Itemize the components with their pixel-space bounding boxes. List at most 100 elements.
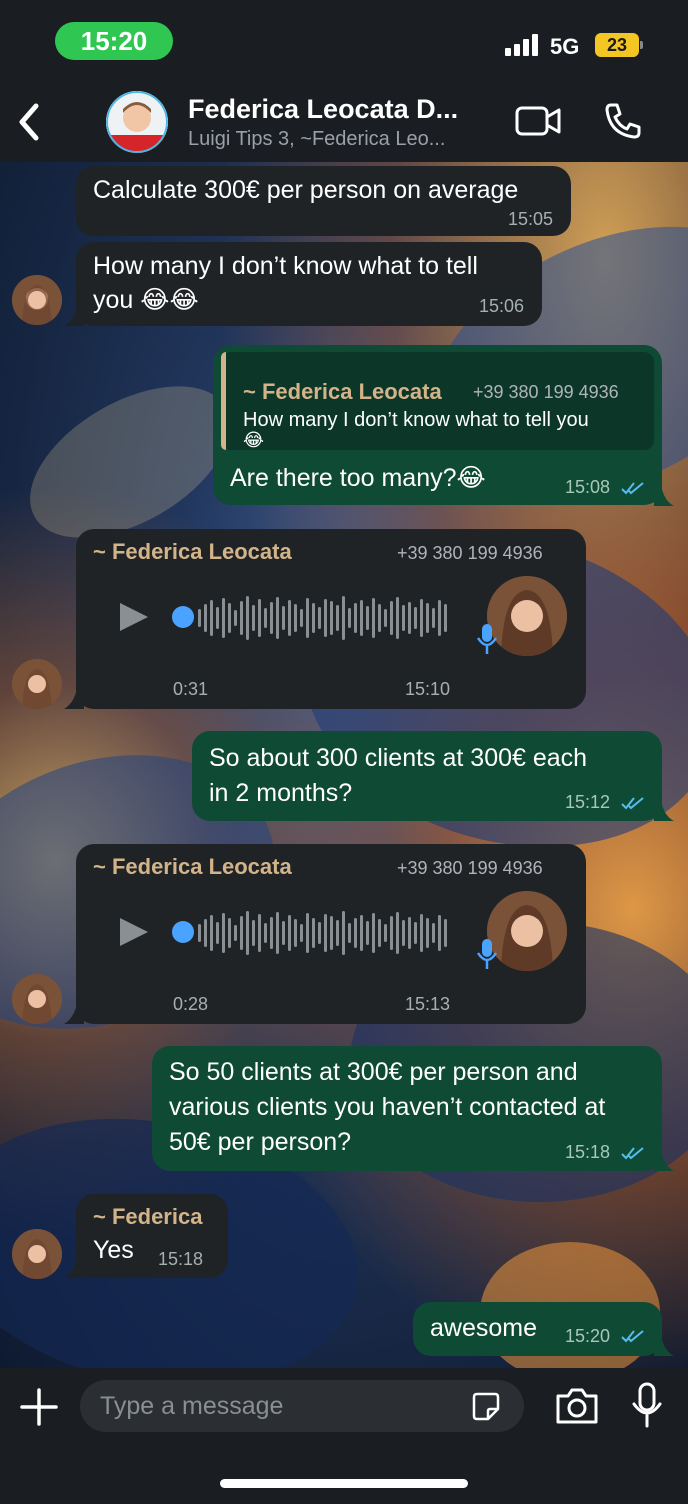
waveform-bar xyxy=(366,606,369,630)
waveform-bar xyxy=(378,604,381,632)
waveform-bar xyxy=(210,915,213,951)
microphone-record-icon[interactable] xyxy=(630,1382,664,1428)
chat-title[interactable]: Federica Leocata D... xyxy=(188,94,458,125)
read-ticks-icon xyxy=(621,1330,644,1343)
waveform-bar xyxy=(216,607,219,629)
message-time: 15:10 xyxy=(405,679,451,699)
waveform-bar xyxy=(216,922,219,944)
waveform-bar xyxy=(384,924,387,942)
waveform-bar xyxy=(402,920,405,946)
message-bubble-incoming[interactable]: ~ Federica Yes 15:18 xyxy=(76,1194,228,1278)
waveform-bar xyxy=(252,920,255,946)
waveform-bar xyxy=(222,913,225,953)
waveform-bar xyxy=(372,913,375,953)
message-input[interactable]: Type a message xyxy=(80,1380,524,1432)
waveform-bar xyxy=(342,596,345,640)
message-bubble-incoming[interactable]: Calculate 300€ per person on average 15:… xyxy=(76,166,571,236)
back-icon[interactable] xyxy=(10,100,50,144)
waveform-bar xyxy=(300,609,303,627)
waveform-bar xyxy=(318,607,321,629)
message-sender: ~ Federica Leocata xyxy=(93,854,292,879)
message-bubble-outgoing[interactable]: So 50 clients at 300€ per person and var… xyxy=(152,1046,662,1171)
read-ticks-icon xyxy=(621,797,644,810)
waveform-bar xyxy=(210,600,213,636)
message-text-line: So 50 clients at 300€ per person and xyxy=(169,1058,578,1086)
waveform-bar xyxy=(396,597,399,639)
read-ticks-icon xyxy=(621,1147,644,1160)
microphone-icon xyxy=(476,624,498,654)
waveform-bar xyxy=(246,911,249,955)
waveform-bar xyxy=(432,608,435,628)
chat-subtitle[interactable]: Luigi Tips 3, ~Federica Leo... xyxy=(188,128,445,151)
waveform-bar xyxy=(372,598,375,638)
waveform-bar xyxy=(330,601,333,635)
sender-avatar[interactable] xyxy=(12,275,62,325)
voice-waveform[interactable] xyxy=(198,910,454,956)
waveform-bar xyxy=(234,610,237,626)
battery-tip xyxy=(640,41,643,49)
playback-position-dot[interactable] xyxy=(172,921,194,943)
status-bar: 15:20 5G 23 xyxy=(0,0,688,80)
sticker-icon[interactable] xyxy=(470,1391,502,1423)
message-bubble-incoming[interactable]: How many I don’t know what to tell you 😂… xyxy=(76,242,542,326)
camera-icon[interactable] xyxy=(554,1386,600,1426)
bubble-tail xyxy=(64,682,84,709)
waveform-bar xyxy=(396,912,399,954)
voice-waveform[interactable] xyxy=(198,595,454,641)
waveform-bar xyxy=(264,923,267,943)
waveform-bar xyxy=(318,922,321,944)
waveform-bar xyxy=(390,916,393,950)
message-bubble-outgoing[interactable]: awesome 15:20 xyxy=(413,1302,662,1356)
voice-sender-photo xyxy=(487,891,567,971)
bubble-tail xyxy=(654,1144,674,1171)
bubble-tail xyxy=(64,997,84,1024)
quote-phone: +39 380 199 4936 xyxy=(473,382,619,402)
message-text-line: 50€ per person? xyxy=(169,1128,352,1156)
group-avatar[interactable] xyxy=(106,91,168,153)
message-bubble-outgoing[interactable]: So about 300 clients at 300€ each in 2 m… xyxy=(192,731,662,821)
voice-message-bubble[interactable]: ~ Federica Leocata +39 380 199 4936 0:31… xyxy=(76,529,586,709)
waveform-bar xyxy=(444,604,447,632)
waveform-bar xyxy=(426,603,429,633)
sender-avatar[interactable] xyxy=(12,1229,62,1279)
waveform-bar xyxy=(198,924,201,942)
waveform-bar xyxy=(288,600,291,636)
waveform-bar xyxy=(306,913,309,953)
message-text-line: in 2 months? xyxy=(209,779,353,807)
quoted-message[interactable]: ~ Federica Leocata +39 380 199 4936 How … xyxy=(221,352,654,450)
message-time: 15:08 xyxy=(565,477,611,497)
sender-avatar[interactable] xyxy=(12,659,62,709)
status-time: 15:20 xyxy=(55,22,173,60)
video-call-icon[interactable] xyxy=(514,100,562,147)
network-label: 5G xyxy=(550,34,580,59)
waveform-bar xyxy=(300,924,303,942)
message-text: Yes xyxy=(93,1236,134,1264)
chat-header[interactable]: Federica Leocata D... Luigi Tips 3, ~Fed… xyxy=(0,80,688,162)
plus-icon[interactable] xyxy=(20,1388,58,1426)
waveform-bar xyxy=(246,596,249,640)
waveform-bar xyxy=(360,915,363,951)
play-icon[interactable] xyxy=(118,916,150,948)
play-icon[interactable] xyxy=(118,601,150,633)
waveform-bar xyxy=(258,914,261,952)
playback-position-dot[interactable] xyxy=(172,606,194,628)
voice-duration: 0:28 xyxy=(173,994,209,1014)
bubble-tail xyxy=(654,478,674,506)
waveform-bar xyxy=(282,606,285,630)
voice-message-bubble[interactable]: ~ Federica Leocata +39 380 199 4936 0:28… xyxy=(76,844,586,1024)
waveform-bar xyxy=(282,921,285,945)
message-bubble-outgoing[interactable]: ~ Federica Leocata +39 380 199 4936 How … xyxy=(213,345,662,505)
voice-call-icon[interactable] xyxy=(602,100,644,147)
message-time: 15:18 xyxy=(158,1249,204,1269)
bubble-tail xyxy=(64,1251,84,1278)
quote-sender: ~ Federica Leocata xyxy=(243,379,442,404)
waveform-bar xyxy=(366,921,369,945)
microphone-icon xyxy=(476,939,498,969)
quote-text-line: How many I don’t know what to tell you xyxy=(243,409,589,431)
waveform-bar xyxy=(432,923,435,943)
waveform-bar xyxy=(312,603,315,633)
sender-avatar[interactable] xyxy=(12,974,62,1024)
sender-phone: +39 380 199 4936 xyxy=(397,543,543,563)
waveform-bar xyxy=(414,607,417,629)
waveform-bar xyxy=(348,923,351,943)
